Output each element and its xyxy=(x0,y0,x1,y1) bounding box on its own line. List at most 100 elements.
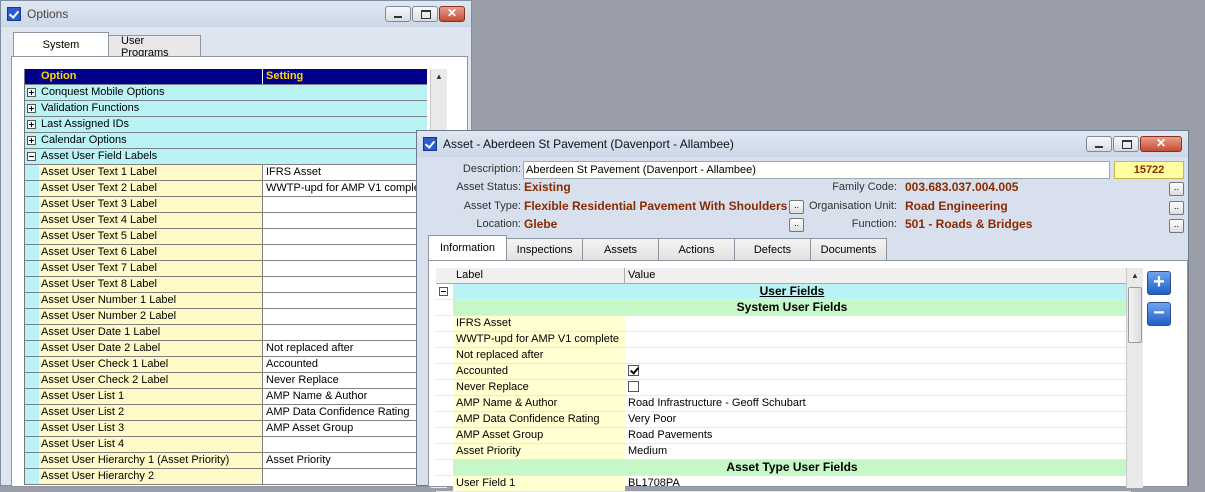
option-group-row[interactable]: Conquest Mobile Options xyxy=(25,85,427,101)
option-setting-cell[interactable] xyxy=(263,261,427,276)
user-field-value[interactable] xyxy=(625,316,1131,331)
option-setting-cell[interactable] xyxy=(263,469,427,484)
option-row[interactable]: Asset User Number 1 Label xyxy=(25,293,427,309)
user-field-row[interactable]: AMP Name & Author Road Infrastructure - G… xyxy=(436,396,1131,412)
expand-icon[interactable] xyxy=(27,104,36,113)
tab-documents[interactable]: Documents xyxy=(810,238,887,260)
user-field-value[interactable]: Road Pavements xyxy=(625,428,1131,443)
expand-icon[interactable] xyxy=(27,120,36,129)
option-row[interactable]: Asset User Text 6 Label xyxy=(25,245,427,261)
user-field-row[interactable]: AMP Data Confidence Rating Very Poor xyxy=(436,412,1131,428)
close-button[interactable]: ✕ xyxy=(1140,136,1182,152)
option-row[interactable]: Asset User Text 4 Label xyxy=(25,213,427,229)
option-row[interactable]: Asset User List 4 xyxy=(25,437,427,453)
user-field-value[interactable]: BL1708PA xyxy=(625,476,1131,491)
collapse-icon[interactable] xyxy=(27,152,36,161)
tab-inspections[interactable]: Inspections xyxy=(506,238,583,260)
user-field-value[interactable]: Road Infrastructure - Geoff Schubart xyxy=(625,396,1131,411)
tab-defects[interactable]: Defects xyxy=(734,238,811,260)
user-field-row[interactable]: Never Replace xyxy=(436,380,1131,396)
asset-titlebar[interactable]: Asset - Aberdeen St Pavement (Davenport … xyxy=(417,131,1188,157)
function-lookup-button[interactable]: .. xyxy=(1169,219,1184,233)
user-field-value-cell[interactable] xyxy=(625,380,1131,395)
user-fields-scrollbar[interactable]: ▲ xyxy=(1126,268,1143,488)
option-setting-cell[interactable]: Never Replace xyxy=(263,373,427,388)
tab-information[interactable]: Information xyxy=(428,235,507,260)
option-setting-cell[interactable]: AMP Data Confidence Rating xyxy=(263,405,427,420)
scroll-up-icon[interactable]: ▲ xyxy=(1127,268,1143,284)
option-setting-cell[interactable]: IFRS Asset xyxy=(263,165,427,180)
option-group-row[interactable]: Validation Functions xyxy=(25,101,427,117)
maximize-button[interactable] xyxy=(1113,136,1139,152)
add-field-button[interactable]: + xyxy=(1147,271,1171,295)
setting-column-header[interactable]: Setting xyxy=(263,69,427,84)
option-row[interactable]: Asset User Number 2 Label xyxy=(25,309,427,325)
option-row[interactable]: Asset User Date 1 Label xyxy=(25,325,427,341)
option-row[interactable]: Asset User Text 7 Label xyxy=(25,261,427,277)
option-row[interactable]: Asset User List 3 AMP Asset Group xyxy=(25,421,427,437)
option-setting-cell[interactable] xyxy=(263,213,427,228)
minimize-button[interactable] xyxy=(385,6,411,22)
tab-system[interactable]: System xyxy=(13,32,109,57)
unchecked-checkbox[interactable] xyxy=(628,380,639,392)
location-label[interactable]: Location: xyxy=(417,218,521,230)
close-button[interactable]: ✕ xyxy=(439,6,465,22)
user-field-row[interactable]: AMP Asset Group Road Pavements xyxy=(436,428,1131,444)
option-group-row[interactable]: Last Assigned IDs xyxy=(25,117,427,133)
user-field-row[interactable]: User Field 1 BL1708PA xyxy=(436,476,1131,492)
option-row[interactable]: Asset User Text 2 Label WWTP-upd for AMP … xyxy=(25,181,427,197)
option-row[interactable]: Asset User Text 5 Label xyxy=(25,229,427,245)
option-row[interactable]: Asset User List 2 AMP Data Confidence Rat… xyxy=(25,405,427,421)
scrollbar-thumb[interactable] xyxy=(1128,287,1142,343)
function-label[interactable]: Function: xyxy=(787,218,897,230)
minimize-button[interactable] xyxy=(1086,136,1112,152)
option-setting-cell[interactable] xyxy=(263,197,427,212)
tab-actions[interactable]: Actions xyxy=(658,238,735,260)
expand-icon[interactable] xyxy=(27,136,36,145)
option-row[interactable]: Asset User Check 2 Label Never Replace xyxy=(25,373,427,389)
option-group-row[interactable]: Calendar Options xyxy=(25,133,427,149)
option-row[interactable]: Asset User List 1 AMP Name & Author xyxy=(25,389,427,405)
description-input[interactable]: Aberdeen St Pavement (Davenport - Allamb… xyxy=(523,161,1110,179)
option-setting-cell[interactable] xyxy=(263,437,427,452)
option-column-header[interactable]: Option xyxy=(39,69,263,84)
option-row[interactable]: Asset User Hierarchy 2 xyxy=(25,469,427,485)
option-row[interactable]: Asset User Text 1 Label IFRS Asset xyxy=(25,165,427,181)
options-titlebar[interactable]: Options ✕ xyxy=(1,1,471,27)
option-setting-cell[interactable] xyxy=(263,277,427,292)
option-setting-cell[interactable]: WWTP-upd for AMP V1 complete xyxy=(263,181,427,196)
option-setting-cell[interactable] xyxy=(263,325,427,340)
option-setting-cell[interactable]: AMP Name & Author xyxy=(263,389,427,404)
option-setting-cell[interactable]: Accounted xyxy=(263,357,427,372)
user-field-row[interactable]: IFRS Asset xyxy=(436,316,1131,332)
option-setting-cell[interactable] xyxy=(263,309,427,324)
tab-user-programs[interactable]: User Programs xyxy=(108,35,201,59)
option-setting-cell[interactable]: Not replaced after xyxy=(263,341,427,356)
label-column-header[interactable]: Label xyxy=(453,268,625,283)
maximize-button[interactable] xyxy=(412,6,438,22)
option-setting-cell[interactable] xyxy=(263,245,427,260)
expand-icon[interactable] xyxy=(27,88,36,97)
family-code-lookup-button[interactable]: .. xyxy=(1169,182,1184,196)
collapse-icon[interactable] xyxy=(439,287,448,296)
user-field-row[interactable]: WWTP-upd for AMP V1 complete xyxy=(436,332,1131,348)
option-group-row[interactable]: Asset User Field Labels xyxy=(25,149,427,165)
option-setting-cell[interactable]: AMP Asset Group xyxy=(263,421,427,436)
remove-field-button[interactable]: − xyxy=(1147,302,1171,326)
option-setting-cell[interactable]: Asset Priority xyxy=(263,453,427,468)
option-setting-cell[interactable] xyxy=(263,229,427,244)
option-row[interactable]: Asset User Text 3 Label xyxy=(25,197,427,213)
user-field-value[interactable] xyxy=(625,348,1131,363)
asset-type-label[interactable]: Asset Type: xyxy=(417,200,521,212)
user-field-row[interactable]: Not replaced after xyxy=(436,348,1131,364)
user-field-value[interactable] xyxy=(625,332,1131,347)
option-row[interactable]: Asset User Check 1 Label Accounted xyxy=(25,357,427,373)
option-row[interactable]: Asset User Date 2 Label Not replaced afte… xyxy=(25,341,427,357)
user-field-value[interactable]: Medium xyxy=(625,444,1131,459)
checked-checkbox[interactable] xyxy=(628,364,639,376)
user-field-value-cell[interactable] xyxy=(625,364,1131,379)
user-field-row[interactable]: Asset Priority Medium xyxy=(436,444,1131,460)
value-column-header[interactable]: Value xyxy=(625,268,1131,283)
user-field-row[interactable]: Accounted xyxy=(436,364,1131,380)
option-setting-cell[interactable] xyxy=(263,293,427,308)
